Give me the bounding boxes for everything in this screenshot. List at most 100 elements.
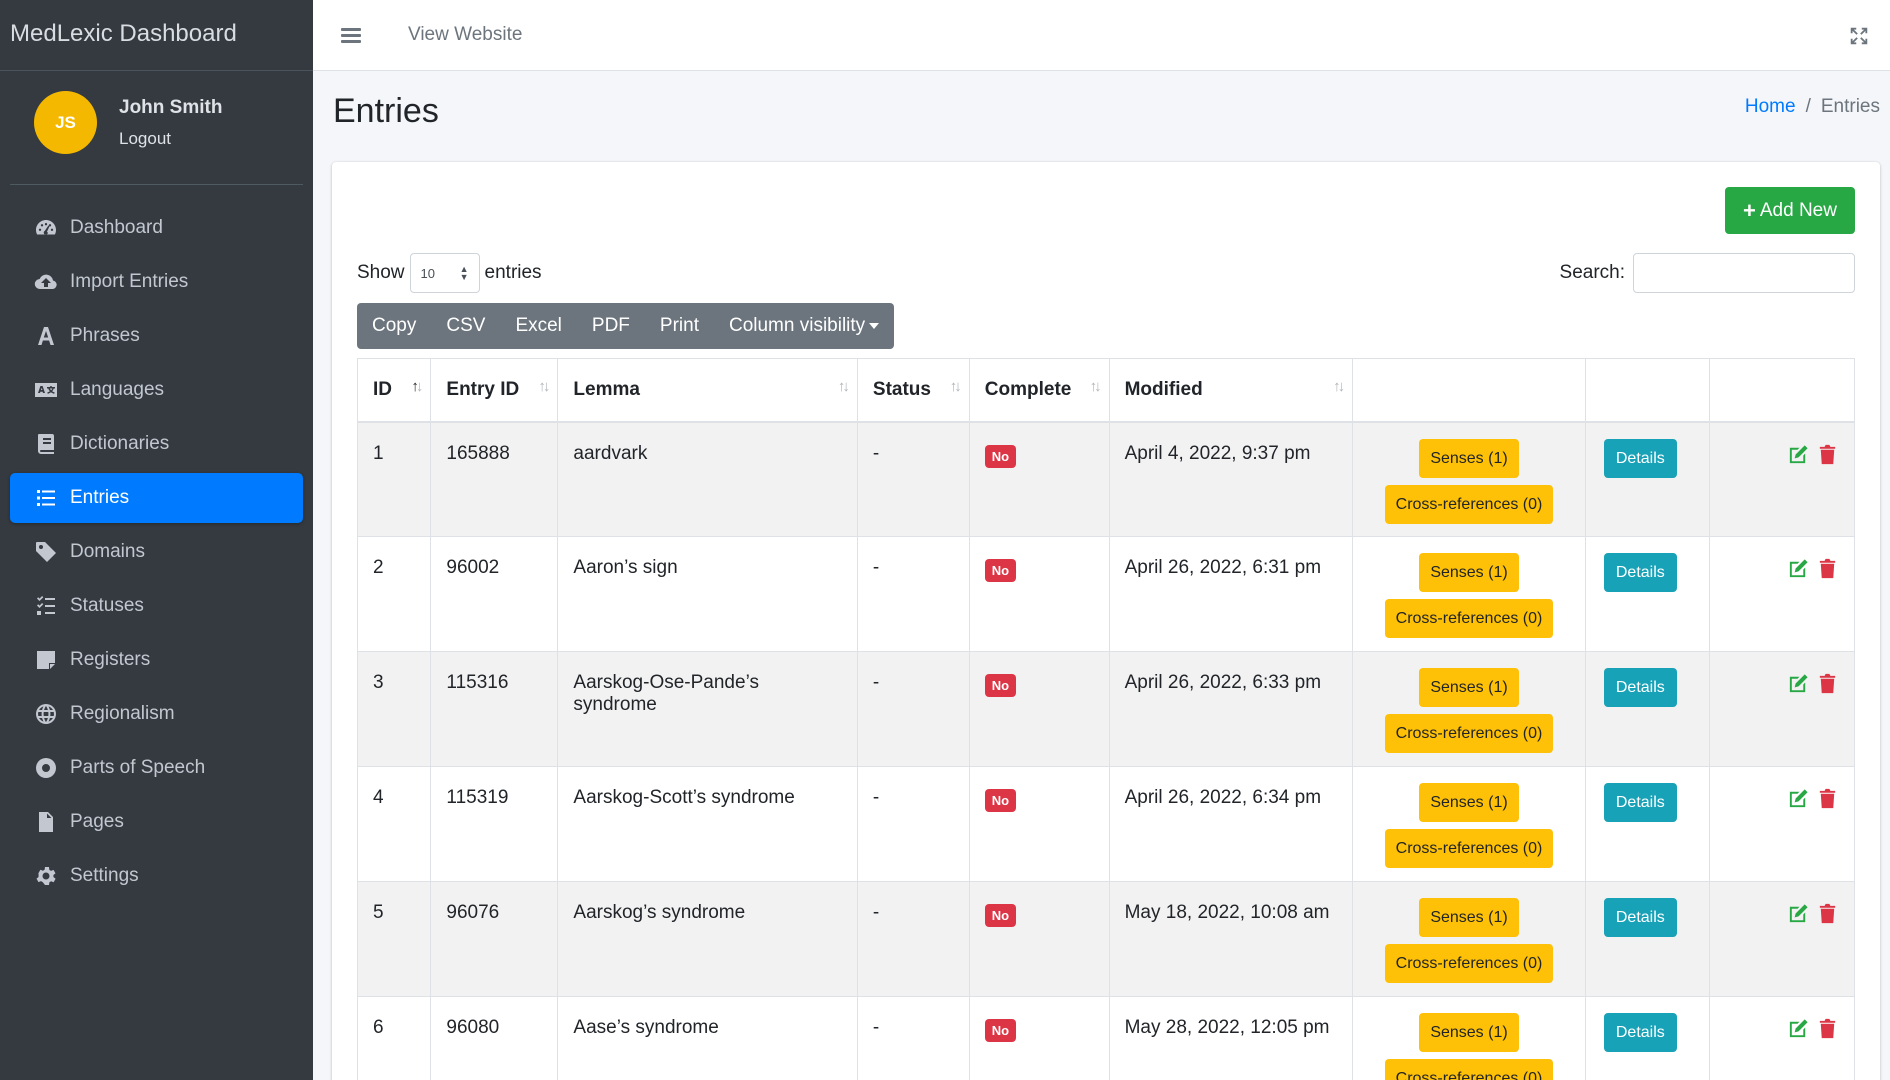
trash-icon[interactable] <box>1816 672 1839 695</box>
cell-entry-id: 96076 <box>430 881 559 997</box>
logout-link[interactable]: Logout <box>119 129 222 149</box>
trash-icon[interactable] <box>1816 557 1839 580</box>
senses-button[interactable]: Senses (1) <box>1419 553 1519 592</box>
sticky-note-icon <box>34 648 58 672</box>
table-header-row: ID ↑↓ Entry ID ↑↓ Lemma ↑↓ Status ↑↓ Complete ↑↓ M… <box>356 358 1855 423</box>
breadcrumb-home[interactable]: Home <box>1745 96 1796 117</box>
cell-modified: April 26, 2022, 6:34 pm <box>1108 766 1354 882</box>
sidebar-item-dashboard[interactable]: Dashboard <box>10 203 303 253</box>
cell-modified: April 26, 2022, 6:31 pm <box>1108 536 1354 652</box>
senses-button[interactable]: Senses (1) <box>1419 668 1519 707</box>
cell-complete: No <box>968 536 1110 652</box>
edit-icon[interactable] <box>1787 902 1810 925</box>
csv-export-button[interactable]: CSV <box>431 303 500 349</box>
column-header-status[interactable]: Status ↑↓ <box>856 358 970 423</box>
excel-export-button[interactable]: Excel <box>500 303 576 349</box>
sidebar-item-label: Dictionaries <box>70 433 170 454</box>
copy-export-button[interactable]: Copy <box>357 303 431 349</box>
view-website-link[interactable]: View Website <box>408 24 522 46</box>
sort-arrows-icon: ↑↓ <box>538 378 550 395</box>
hamburger-menu-icon[interactable] <box>341 25 361 46</box>
print-export-button[interactable]: Print <box>645 303 714 349</box>
column-header-lemma[interactable]: Lemma ↑↓ <box>557 358 858 423</box>
cross-references-button[interactable]: Cross-references (0) <box>1384 484 1554 524</box>
brand-title[interactable]: MedLexic Dashboard <box>0 0 313 71</box>
cell-details: Details <box>1584 651 1711 767</box>
sidebar-item-registers[interactable]: Registers <box>10 635 303 685</box>
cell-details: Details <box>1584 536 1711 652</box>
cell-actions <box>1709 996 1855 1080</box>
search-input[interactable] <box>1633 253 1855 293</box>
edit-icon[interactable] <box>1787 557 1810 580</box>
sidebar-item-label: Parts of Speech <box>70 757 206 778</box>
edit-icon[interactable] <box>1787 443 1810 466</box>
sidebar-item-entries[interactable]: Entries <box>10 473 303 523</box>
pdf-export-button[interactable]: PDF <box>577 303 645 349</box>
edit-icon[interactable] <box>1787 1017 1810 1040</box>
edit-icon[interactable] <box>1787 672 1810 695</box>
trash-icon[interactable] <box>1816 902 1839 925</box>
trash-icon[interactable] <box>1816 787 1839 810</box>
page-length-control: Show 10 ▲ ▼ entries <box>357 253 542 293</box>
avatar[interactable]: JS <box>34 91 97 154</box>
table-row: 2 96002 Aaron’s sign - No April 26, 2022, 6:3… <box>356 536 1855 652</box>
sidebar-item-label: Regionalism <box>70 703 175 724</box>
column-header-label: Lemma <box>573 378 640 400</box>
column-header-complete[interactable]: Complete ↑↓ <box>968 358 1110 423</box>
page-length-select[interactable]: 10 ▲ ▼ <box>409 253 480 293</box>
cell-complete: No <box>968 996 1110 1080</box>
sidebar-item-settings[interactable]: Settings <box>10 851 303 901</box>
sidebar-item-dictionaries[interactable]: Dictionaries <box>10 419 303 469</box>
sidebar-item-phrases[interactable]: Phrases <box>10 311 303 361</box>
trash-icon[interactable] <box>1816 443 1839 466</box>
details-button[interactable]: Details <box>1603 783 1677 822</box>
details-button[interactable]: Details <box>1603 898 1677 937</box>
senses-button[interactable]: Senses (1) <box>1419 783 1519 822</box>
language-icon <box>34 378 58 402</box>
page-title: Entries <box>333 92 439 130</box>
table-row: 5 96076 Aarskog’s syndrome - No May 18, 2022,… <box>356 881 1855 997</box>
cross-references-button[interactable]: Cross-references (0) <box>1384 714 1554 753</box>
edit-icon[interactable] <box>1787 787 1810 810</box>
plus-icon: + <box>1743 197 1756 223</box>
sidebar-item-languages[interactable]: Languages <box>10 365 303 415</box>
sidebar-item-domains[interactable]: Domains <box>10 527 303 577</box>
cell-complete: No <box>968 766 1110 882</box>
column-header-modified[interactable]: Modified ↑↓ <box>1108 358 1354 423</box>
sidebar-item-regionalism[interactable]: Regionalism <box>10 689 303 739</box>
sidebar-item-label: Domains <box>70 541 145 562</box>
search-label: Search: <box>1559 262 1625 283</box>
trash-icon[interactable] <box>1816 1017 1839 1040</box>
cell-entry-id: 115319 <box>430 766 559 882</box>
sidebar-item-statuses[interactable]: Statuses <box>10 581 303 631</box>
senses-button[interactable]: Senses (1) <box>1419 898 1519 937</box>
table-body: 1 165888 aardvark - No April 4, 2022, 9:37 pm… <box>356 421 1855 1080</box>
cross-references-button[interactable]: Cross-references (0) <box>1384 829 1554 868</box>
tachometer-icon <box>34 216 58 240</box>
column-visibility-button[interactable]: Column visibility <box>714 303 894 349</box>
details-button[interactable]: Details <box>1603 1013 1677 1052</box>
details-button[interactable]: Details <box>1603 668 1677 707</box>
sidebar-item-pages[interactable]: Pages <box>10 797 303 847</box>
cell-actions <box>1709 766 1855 882</box>
sidebar-item-import-entries[interactable]: Import Entries <box>10 257 303 307</box>
sort-arrows-icon: ↑↓ <box>411 378 423 395</box>
details-button[interactable]: Details <box>1603 553 1677 592</box>
sidebar-item-label: Phrases <box>70 325 140 346</box>
column-header-entry-id[interactable]: Entry ID ↑↓ <box>430 358 559 423</box>
cell-status: - <box>856 881 970 997</box>
fullscreen-expand-icon[interactable] <box>1848 25 1870 47</box>
cross-references-button[interactable]: Cross-references (0) <box>1384 599 1554 638</box>
add-new-button[interactable]: + Add New <box>1725 187 1855 234</box>
column-header-id[interactable]: ID ↑↓ <box>356 358 432 423</box>
senses-button[interactable]: Senses (1) <box>1419 438 1519 478</box>
sidebar-item-parts-of-speech[interactable]: Parts of Speech <box>10 743 303 793</box>
user-name: John Smith <box>119 96 223 118</box>
cell-id: 4 <box>356 766 432 882</box>
cell-lemma: Aase’s syndrome <box>557 996 858 1080</box>
details-button[interactable]: Details <box>1603 438 1677 478</box>
cross-references-button[interactable]: Cross-references (0) <box>1384 944 1554 983</box>
senses-button[interactable]: Senses (1) <box>1419 1013 1519 1052</box>
cross-references-button[interactable]: Cross-references (0) <box>1384 1059 1554 1080</box>
cell-details: Details <box>1584 996 1711 1080</box>
